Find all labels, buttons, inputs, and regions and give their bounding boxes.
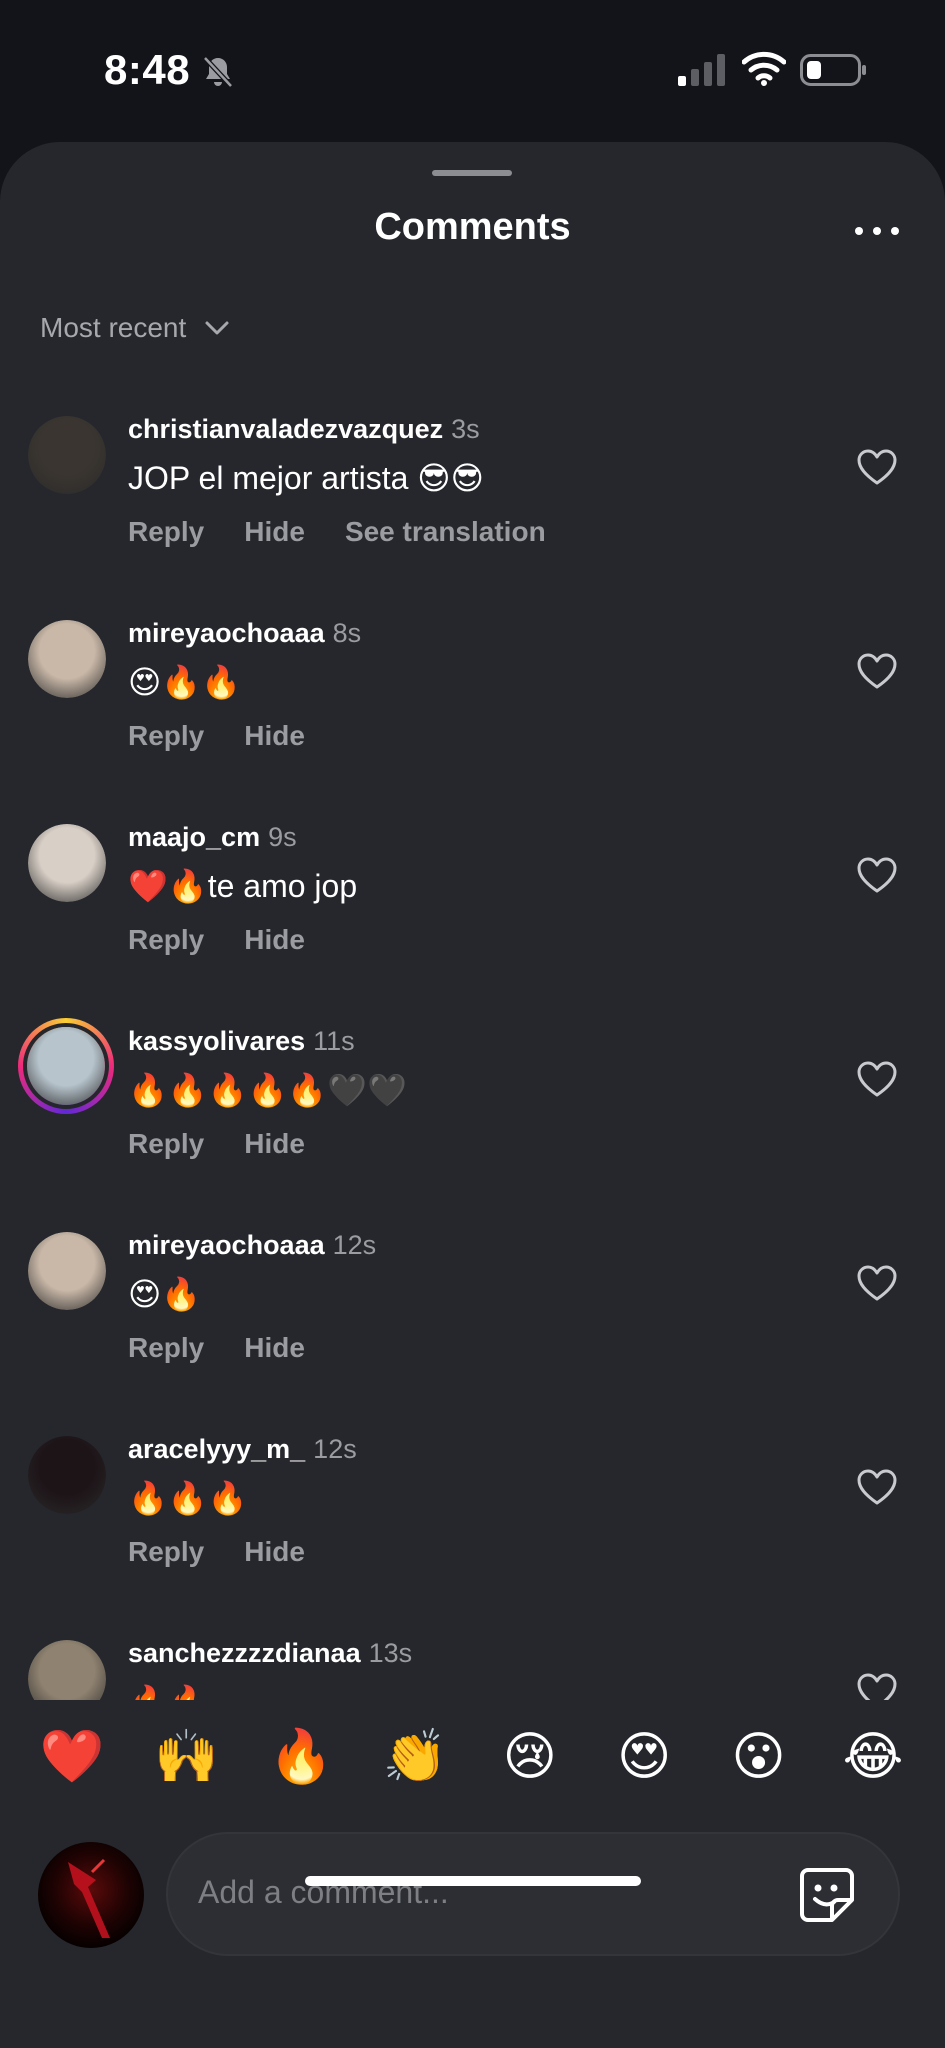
comment-username[interactable]: sanchezzzzdianaa [128,1638,361,1668]
avatar[interactable] [28,1640,106,1700]
like-heart-icon[interactable] [856,856,898,894]
crying-reaction[interactable]: 😢 [498,1725,562,1789]
clapping-reaction[interactable]: 👏 [383,1725,448,1789]
like-heart-icon[interactable] [856,1060,898,1098]
comment-text: ❤️🔥te amo jop [128,868,358,904]
like-heart-icon[interactable] [856,652,898,690]
sort-label: Most recent [40,312,187,343]
reply-button[interactable]: Reply [128,924,204,956]
comment-text: 😍🔥 [128,1276,202,1312]
avatar-with-story-ring[interactable] [18,1018,114,1114]
comment-header: christianvaladezvazquez 3s [128,414,480,445]
avatar[interactable] [28,1436,106,1514]
comment-timestamp: 13s [368,1638,413,1668]
like-heart-icon[interactable] [856,448,898,486]
raising-hands-reaction[interactable]: 🙌 [154,1725,219,1789]
avatar[interactable] [28,824,106,902]
comment-timestamp: 11s [313,1026,355,1056]
reply-button[interactable]: Reply [128,1332,204,1364]
comment-list[interactable]: christianvaladezvazquez 3s JOP el mejor ar… [0,372,945,1700]
comment-username[interactable]: kassyolivares [128,1026,305,1056]
status-time: 8:48 [104,46,191,93]
hide-button[interactable]: Hide [244,924,305,956]
reply-button[interactable]: Reply [128,1536,204,1568]
comment-actions: Reply Hide [128,720,345,752]
fire-reaction[interactable]: 🔥 [268,1725,333,1789]
hide-button[interactable]: Hide [244,1128,305,1160]
like-heart-icon[interactable] [856,1672,898,1700]
comment-item[interactable]: mireyaochoaaa 8s 😍🔥🔥 Reply Hide [0,576,945,780]
comment-text: 🔥🔥🔥🔥🔥🖤🖤 [128,1072,407,1108]
comment-text: JOP el mejor artista 😎😎 [128,460,484,496]
comment-actions: Reply Hide [128,1536,345,1568]
my-avatar [38,1842,144,1948]
comment-timestamp: 12s [313,1434,357,1464]
signal-icon [678,54,725,86]
comment-username[interactable]: mireyaochoaaa [128,618,325,648]
battery-icon [800,54,866,86]
comment-header: mireyaochoaaa 12s [128,1230,376,1261]
comment-timestamp: 8s [332,618,362,648]
see-translation-button[interactable]: See translation [345,516,546,548]
sort-dropdown[interactable]: Most recent [40,312,230,344]
wifi-icon [742,51,786,86]
hide-button[interactable]: Hide [244,720,305,752]
comment-item[interactable]: kassyolivares 11s 🔥🔥🔥🔥🔥🖤🖤 Reply Hide [0,984,945,1188]
avatar[interactable] [28,620,106,698]
comment-actions: Reply Hide [128,1128,345,1160]
comment-actions: Reply Hide See translation [128,516,586,548]
reply-button[interactable]: Reply [128,720,204,752]
like-heart-icon[interactable] [856,1264,898,1302]
home-indicator[interactable] [305,1876,641,1886]
comments-sheet: Comments Most recent christianvaladezvaz… [0,142,945,2048]
comment-item[interactable]: christianvaladezvazquez 3s JOP el mejor ar… [0,372,945,576]
comment-timestamp: 3s [451,414,480,444]
chevron-down-icon [205,321,229,335]
comment-username[interactable]: aracelyyy_m_ [128,1434,305,1464]
comment-item[interactable]: maajo_cm 9s ❤️🔥te amo jop Reply Hide [0,780,945,984]
sheet-title: Comments [374,206,571,248]
comment-timestamp: 9s [268,822,297,852]
comment-username[interactable]: christianvaladezvazquez [128,414,443,444]
comment-actions: Reply Hide [128,924,345,956]
comment-input[interactable]: Add a comment... [166,1832,900,1956]
comment-text: 😍🔥🔥 [128,664,242,700]
like-heart-icon[interactable] [856,1468,898,1506]
comment-header: sanchezzzzdianaa 13s [128,1638,412,1669]
comment-text: 🔥🔥 [128,1682,208,1700]
comment-item[interactable]: aracelyyy_m_ 12s 🔥🔥🔥 Reply Hide [0,1392,945,1596]
comment-header: kassyolivares 11s [128,1026,355,1057]
comment-composer: Add a comment... [0,1832,945,1962]
laughing-reaction[interactable]: 😂 [841,1725,905,1789]
avatar[interactable] [28,416,106,494]
comment-item[interactable]: sanchezzzzdianaa13s🔥🔥ReplyHide [0,1596,945,1700]
heart-eyes-reaction[interactable]: 😍 [612,1725,676,1789]
comment-timestamp: 12s [332,1230,377,1260]
comment-text: 🔥🔥🔥 [128,1480,248,1516]
sticker-icon[interactable] [798,1866,856,1924]
hide-button[interactable]: Hide [244,1332,305,1364]
sheet-grabber[interactable] [432,170,512,176]
reply-button[interactable]: Reply [128,1128,204,1160]
comment-username[interactable]: mireyaochoaaa [128,1230,325,1260]
comment-username[interactable]: maajo_cm [128,822,260,852]
reply-button[interactable]: Reply [128,516,204,548]
avatar[interactable] [28,1232,106,1310]
hide-button[interactable]: Hide [244,1536,305,1568]
surprised-reaction[interactable]: 😮 [727,1725,791,1789]
bell-slash-icon [203,56,233,88]
comment-header: mireyaochoaaa 8s [128,618,361,649]
more-horizontal-icon[interactable] [855,224,899,238]
status-bar: 8:48 [0,0,945,140]
red-heart-reaction[interactable]: ❤️ [40,1725,105,1789]
comment-actions: Reply Hide [128,1332,345,1364]
quick-reactions-bar: ❤️ 🙌 🔥 👏 😢 😍 😮 😂 [0,1702,945,1812]
comment-header: maajo_cm 9s [128,822,297,853]
comment-item[interactable]: mireyaochoaaa 12s 😍🔥 Reply Hide [0,1188,945,1392]
hide-button[interactable]: Hide [244,516,305,548]
comment-header: aracelyyy_m_ 12s [128,1434,357,1465]
